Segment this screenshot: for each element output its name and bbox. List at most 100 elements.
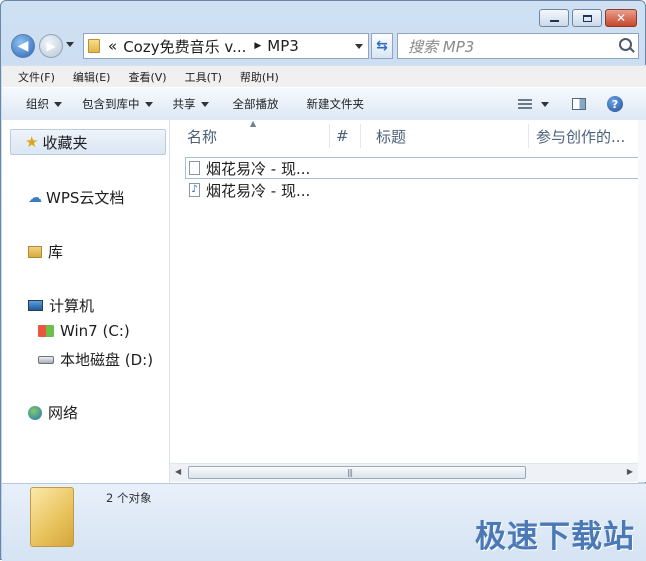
maximize-icon xyxy=(582,14,592,22)
play-all-button[interactable]: 全部播放 xyxy=(225,92,287,116)
column-header-number[interactable]: # xyxy=(336,120,349,152)
scroll-right-icon[interactable]: ▶ xyxy=(627,467,633,476)
chevron-down-icon xyxy=(144,101,153,107)
column-divider[interactable] xyxy=(528,124,529,148)
nav-item-drive-d[interactable]: 本地磁盘 (D:) xyxy=(38,349,153,370)
menu-help[interactable]: 帮助(H) xyxy=(231,69,288,85)
scroll-left-icon[interactable]: ◀ xyxy=(175,467,181,476)
text-file-icon xyxy=(189,161,200,175)
menu-edit[interactable]: 编辑(E) xyxy=(64,69,120,85)
organize-label: 组织 xyxy=(26,97,49,111)
preview-pane-icon xyxy=(572,98,586,110)
scrollbar-thumb[interactable]: ||| xyxy=(188,466,526,479)
new-folder-label: 新建文件夹 xyxy=(306,97,365,111)
column-header-name[interactable]: 名称 xyxy=(187,120,217,152)
change-view-button[interactable] xyxy=(510,92,557,116)
breadcrumb-separator-icon: ▶ xyxy=(254,41,262,51)
recent-pages-dropdown[interactable] xyxy=(66,42,74,47)
close-icon: ✕ xyxy=(615,11,627,25)
column-header-title[interactable]: 标题 xyxy=(376,120,406,152)
search-input[interactable]: 搜索 MP3 xyxy=(397,33,639,59)
menu-bar: 文件(F) 编辑(E) 查看(V) 工具(T) 帮助(H) xyxy=(2,65,646,88)
nav-computer-label: 计算机 xyxy=(49,297,95,315)
folder-icon xyxy=(88,39,100,53)
view-list-icon xyxy=(518,99,532,109)
explorer-window: ✕ ◀ ▶ « Cozy免费音乐 v... ▶ MP3 ⇆ 搜索 MP3 文件(… xyxy=(0,0,646,561)
column-divider[interactable] xyxy=(360,124,361,148)
arrow-left-icon: ◀ xyxy=(17,38,29,54)
organize-button[interactable]: 组织 xyxy=(18,92,70,116)
chevron-down-icon xyxy=(541,101,549,107)
column-header-contributing-artists[interactable]: 参与创作的... xyxy=(536,120,625,152)
nav-favorites-label: 收藏夹 xyxy=(42,133,88,152)
watermark-logo: 极速下载站 xyxy=(475,519,635,555)
nav-item-wps[interactable]: ☁ WPS云文档 xyxy=(28,187,124,208)
nav-item-library[interactable]: 库 xyxy=(28,241,63,262)
item-count: 2 个对象 xyxy=(106,491,152,505)
command-bar: 组织 包含到库中 共享 全部播放 新建文件夹 ? xyxy=(2,87,646,121)
column-divider[interactable] xyxy=(329,124,330,148)
search-icon-handle xyxy=(629,47,635,53)
nav-network-label: 网络 xyxy=(48,404,79,422)
address-prefix[interactable]: « xyxy=(108,37,117,55)
refresh-icon: ⇆ xyxy=(376,38,388,54)
horizontal-scrollbar[interactable]: ◀ ||| ▶ xyxy=(170,463,638,482)
column-number-label: # xyxy=(336,127,349,145)
include-label: 包含到库中 xyxy=(82,97,140,111)
folder-large-icon xyxy=(30,487,74,547)
chevron-down-icon xyxy=(54,101,62,107)
maximize-button[interactable] xyxy=(572,9,602,27)
cloud-icon: ☁ xyxy=(28,189,42,206)
sort-ascending-icon: ▲ xyxy=(250,119,257,128)
nav-wps-label: WPS云文档 xyxy=(46,189,125,207)
library-icon xyxy=(28,245,42,258)
include-in-library-button[interactable]: 包含到库中 xyxy=(74,92,161,116)
list-item[interactable]: 烟花易冷 - 现... xyxy=(185,157,639,179)
preview-pane-button[interactable] xyxy=(564,92,594,116)
chevron-down-icon xyxy=(200,101,209,107)
column-title-label: 标题 xyxy=(376,127,407,146)
windows-drive-icon xyxy=(38,325,54,337)
hard-drive-icon xyxy=(38,355,54,364)
forward-button[interactable]: ▶ xyxy=(39,34,63,58)
share-button[interactable]: 共享 xyxy=(165,92,217,116)
music-file-icon: ♪ xyxy=(189,183,200,197)
file-name: 烟花易冷 - 现... xyxy=(206,181,311,200)
list-item[interactable]: ♪ 烟花易冷 - 现... xyxy=(185,180,310,200)
grip-icon: ||| xyxy=(347,468,353,477)
column-artists-label: 参与创作的... xyxy=(536,127,626,146)
address-dropdown-icon[interactable] xyxy=(355,44,363,49)
nav-item-favorites[interactable]: ★ 收藏夹 xyxy=(10,129,166,155)
file-list: ▲ 名称 # 标题 参与创作的... 烟花易冷 - 现... ♪ 烟花易冷 - … xyxy=(170,119,639,483)
help-icon: ? xyxy=(607,96,623,112)
title-bar: ✕ xyxy=(1,1,645,33)
navigation-pane: ★ 收藏夹 ☁ WPS云文档 库 计算机 Win7 (C:) 本地磁盘 (D:)… xyxy=(2,120,170,483)
breadcrumb-segment-mp3[interactable]: MP3 xyxy=(267,37,299,55)
search-placeholder: 搜索 MP3 xyxy=(408,37,475,56)
close-button[interactable]: ✕ xyxy=(605,9,637,27)
vertical-edge xyxy=(638,120,646,482)
menu-file[interactable]: 文件(F) xyxy=(2,69,64,85)
menu-tools[interactable]: 工具(T) xyxy=(176,69,231,85)
navigation-row: ◀ ▶ « Cozy免费音乐 v... ▶ MP3 ⇆ 搜索 MP3 xyxy=(9,33,639,61)
computer-icon xyxy=(28,300,43,311)
column-name-label: 名称 xyxy=(187,127,218,146)
share-label: 共享 xyxy=(172,97,196,111)
nav-drive-d-label: 本地磁盘 (D:) xyxy=(60,351,154,369)
refresh-button[interactable]: ⇆ xyxy=(371,33,393,59)
back-button[interactable]: ◀ xyxy=(11,34,35,58)
address-bar[interactable]: « Cozy免费音乐 v... ▶ MP3 xyxy=(83,33,369,59)
nav-item-computer[interactable]: 计算机 xyxy=(28,295,94,316)
nav-item-drive-c[interactable]: Win7 (C:) xyxy=(38,322,130,340)
nav-drive-c-label: Win7 (C:) xyxy=(60,322,130,340)
file-name: 烟花易冷 - 现... xyxy=(206,159,311,178)
nav-item-network[interactable]: 网络 xyxy=(28,402,78,423)
help-button[interactable]: ? xyxy=(599,92,631,116)
menu-view[interactable]: 查看(V) xyxy=(119,69,175,85)
breadcrumb-segment-cozy[interactable]: Cozy免费音乐 v... xyxy=(123,36,246,57)
arrow-right-icon: ▶ xyxy=(46,39,56,53)
minimize-button[interactable] xyxy=(539,9,569,27)
network-icon xyxy=(28,405,42,420)
play-all-label: 全部播放 xyxy=(232,97,279,111)
new-folder-button[interactable]: 新建文件夹 xyxy=(299,92,373,116)
